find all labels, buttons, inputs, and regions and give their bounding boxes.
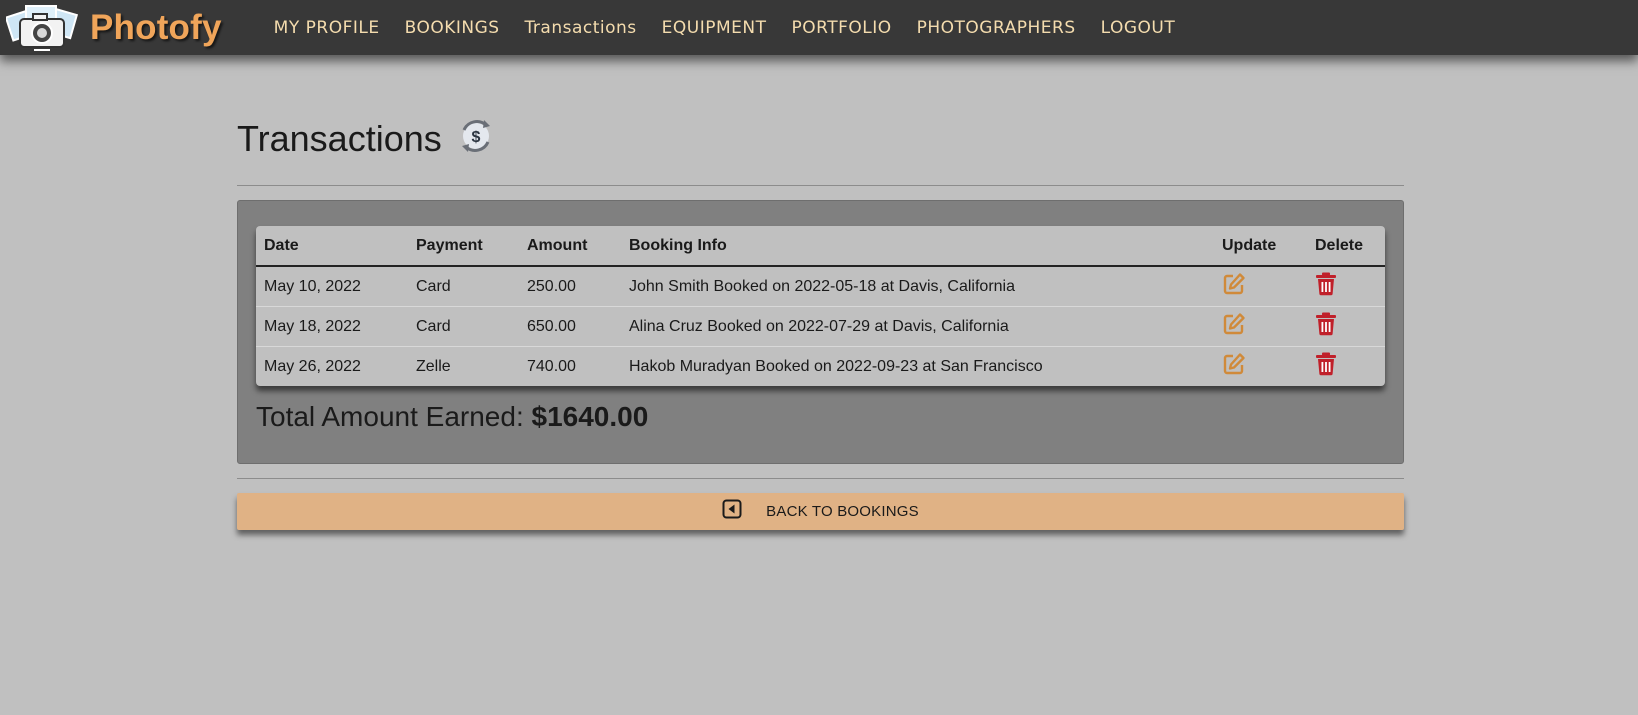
cell-amount: 740.00 (527, 357, 576, 375)
divider-bottom (237, 478, 1404, 479)
cell-update (1214, 347, 1307, 387)
cell-date: May 18, 2022 (256, 306, 408, 347)
cell-payment: Card (408, 266, 519, 307)
total-value: $1640.00 (531, 401, 649, 432)
nav-logout[interactable]: LOGOUT (1101, 18, 1176, 38)
col-payment: Payment (408, 226, 519, 267)
cell-amount: 650.00 (519, 306, 621, 347)
total-label: Total Amount Earned: (256, 401, 524, 432)
col-delete: Delete (1307, 226, 1385, 267)
caret-left-square-icon (722, 499, 742, 524)
table-row: May 26, 2022 Zelle 740.00 Hakob Muradyan… (256, 347, 1385, 387)
cell-update (1214, 266, 1307, 307)
nav-links: MY PROFILE BOOKINGS Transactions EQUIPME… (274, 0, 1201, 55)
trash-icon[interactable] (1315, 352, 1337, 381)
divider-top (237, 185, 1404, 186)
cell-booking-info: John Smith Booked on 2022-05-18 at Davis… (621, 266, 1214, 307)
cell-amount: 250.00 (519, 266, 621, 307)
col-booking-info: Booking Info (621, 226, 1214, 267)
edit-icon[interactable] (1222, 312, 1246, 341)
nav-photographers[interactable]: PHOTOGRAPHERS (917, 18, 1076, 38)
col-amount: Amount (519, 226, 621, 267)
nav-transactions[interactable]: Transactions (525, 18, 637, 38)
trash-icon[interactable] (1315, 272, 1337, 301)
col-date: Date (256, 226, 408, 267)
transactions-table-wrap: Date Payment Amount Booking Info Update … (256, 226, 1385, 386)
nav-equipment[interactable]: EQUIPMENT (662, 18, 767, 38)
cell-delete (1307, 306, 1385, 347)
total-earned: Total Amount Earned: $1640.00 (256, 401, 648, 433)
page-header: Transactions $ (237, 116, 496, 161)
nav-portfolio[interactable]: PORTFOLIO (792, 18, 892, 38)
edit-icon[interactable] (1222, 352, 1246, 381)
cell-booking-info: Hakob Muradyan Booked on 2022-09-23 at S… (629, 357, 1043, 375)
back-to-bookings-label: BACK TO BOOKINGS (766, 503, 919, 520)
svg-text:$: $ (471, 129, 480, 146)
cell-date: May 26, 2022 (264, 357, 361, 375)
cell-delete (1307, 266, 1385, 307)
table-row: May 10, 2022 Card 250.00 John Smith Book… (256, 266, 1385, 307)
cell-payment: Zelle (416, 357, 451, 375)
back-to-bookings-button[interactable]: BACK TO BOOKINGS (237, 493, 1404, 530)
nav-my-profile[interactable]: MY PROFILE (274, 18, 380, 38)
page-title: Transactions (237, 117, 442, 159)
brand[interactable]: Photofy (6, 0, 222, 55)
cell-update (1214, 306, 1307, 347)
cell-date: May 10, 2022 (256, 266, 408, 307)
nav-bookings[interactable]: BOOKINGS (405, 18, 500, 38)
table-header-row: Date Payment Amount Booking Info Update … (256, 226, 1385, 267)
edit-icon[interactable] (1222, 272, 1246, 301)
col-update: Update (1214, 226, 1307, 267)
transactions-table: Date Payment Amount Booking Info Update … (256, 226, 1385, 386)
cell-payment: Card (408, 306, 519, 347)
table-row: May 18, 2022 Card 650.00 Alina Cruz Book… (256, 306, 1385, 347)
camera-logo-icon (6, 3, 78, 53)
cell-delete (1307, 347, 1385, 387)
navbar: Photofy MY PROFILE BOOKINGS Transactions… (0, 0, 1638, 55)
brand-name[interactable]: Photofy (90, 8, 222, 48)
cell-booking-info: Alina Cruz Booked on 2022-07-29 at Davis… (621, 306, 1214, 347)
trash-icon[interactable] (1315, 312, 1337, 341)
dollar-refresh-icon: $ (456, 116, 496, 161)
transactions-panel: Date Payment Amount Booking Info Update … (237, 200, 1404, 464)
